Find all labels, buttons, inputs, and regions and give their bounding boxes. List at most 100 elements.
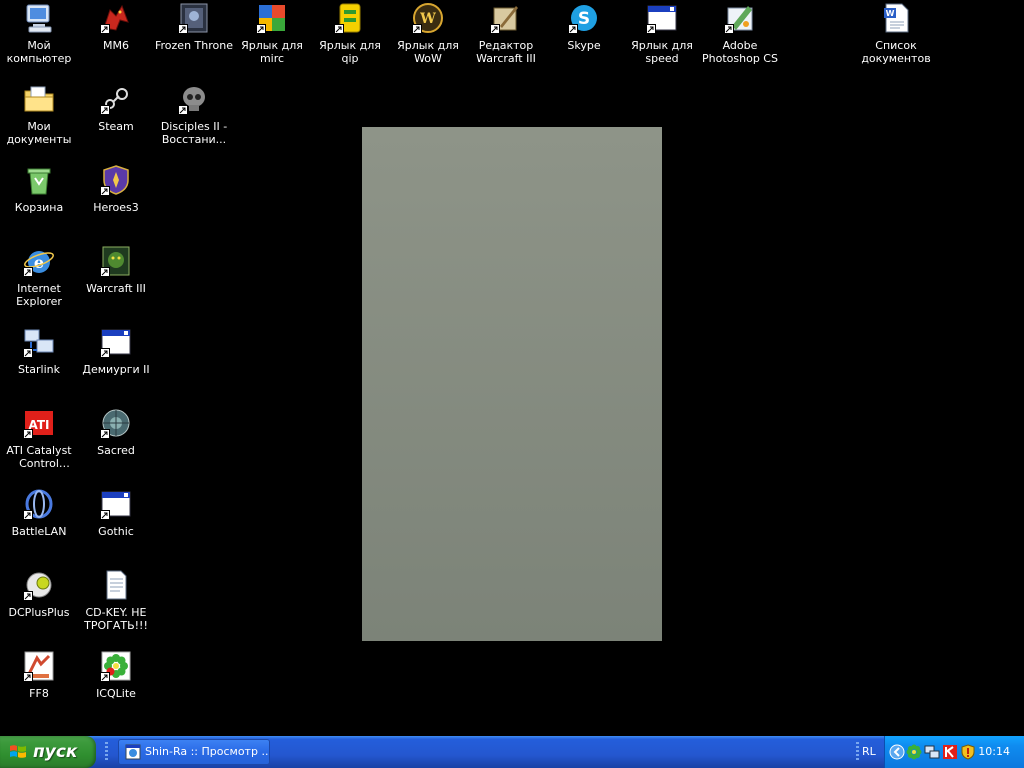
icon-label: Корзина (14, 201, 64, 214)
network-computers-icon (23, 326, 55, 358)
desktop-icon-speed[interactable]: Ярлык для speed (623, 2, 701, 65)
start-button[interactable]: пуск (0, 736, 96, 768)
icon-label: Gothic (98, 525, 134, 538)
icon-label: Heroes3 (93, 201, 139, 214)
mirc-icon (256, 2, 288, 34)
svg-text:S: S (578, 9, 590, 29)
heroes-shield-icon (100, 164, 132, 196)
icon-label: ATI Catalyst Control Center (6, 444, 72, 470)
dcplusplus-icon (23, 569, 55, 601)
desktop-icon-wow[interactable]: W Ярлык для WoW (389, 2, 467, 65)
desktop-icon-mm6[interactable]: ММ6 (77, 2, 155, 52)
skype-icon: S (568, 2, 600, 34)
taskbar-button-browser[interactable]: Shin-Ra :: Просмотр ... (118, 739, 270, 765)
language-indicator[interactable]: RL (862, 736, 876, 768)
desktop-icon-disciples[interactable]: Disciples II - Восстани... (155, 83, 233, 146)
sacred-icon (100, 407, 132, 439)
icon-label: Ярлык для mirc (241, 39, 303, 65)
internet-explorer-icon: e (23, 245, 55, 277)
window-icon (100, 488, 132, 520)
svg-text:W: W (886, 9, 895, 18)
taskbar-button-label: Shin-Ra :: Просмотр ... (145, 745, 270, 758)
taskbar-grip[interactable] (105, 742, 108, 762)
desktop-icon-dcplusplus[interactable]: DCPlusPlus (0, 569, 78, 619)
tray-grip[interactable] (856, 742, 859, 762)
system-tray: 10:14 (884, 736, 1024, 768)
tray-expand-arrow-icon[interactable] (889, 744, 905, 760)
security-shield-icon[interactable] (960, 744, 976, 760)
kaspersky-tray-icon[interactable] (942, 744, 958, 760)
desktop-icon-skype[interactable]: S Skype (545, 2, 623, 52)
desktop-icon-demiurgi[interactable]: Демиурги II (77, 326, 155, 376)
desktop-icon-gothic[interactable]: Gothic (77, 488, 155, 538)
recycle-bin-icon (23, 164, 55, 196)
warcraft-editor-icon (490, 2, 522, 34)
desktop-icon-starlink[interactable]: Starlink (0, 326, 78, 376)
desktop-icon-my-documents[interactable]: Мои документы (0, 83, 78, 146)
icon-label: Adobe Photoshop CS (702, 39, 778, 65)
icon-label: Internet Explorer (16, 282, 62, 308)
windows-flag-icon (10, 745, 26, 758)
icon-label: Список документов (861, 39, 931, 65)
desktop-icon-battlelan[interactable]: BattleLAN (0, 488, 78, 538)
wallpaper-photo (362, 127, 662, 641)
window-icon (100, 326, 132, 358)
ati-icon: ATI (23, 407, 55, 439)
icon-label: ММ6 (103, 39, 129, 52)
icq-tray-icon[interactable] (906, 744, 922, 760)
desktop-icon-document-list[interactable]: W Список документов (857, 2, 935, 65)
icon-label: CD-KEY. НЕ ТРОГАТЬ!!! (84, 606, 148, 632)
icon-label: DCPlusPlus (8, 606, 70, 619)
desktop-icon-ff8[interactable]: FF8 (0, 650, 78, 700)
my-computer-icon (23, 2, 55, 34)
skull-icon (178, 83, 210, 115)
icon-label: Sacred (97, 444, 135, 457)
desktop-icon-mirc[interactable]: Ярлык для mirc (233, 2, 311, 65)
icon-label: Ярлык для qip (319, 39, 381, 65)
photoshop-icon (724, 2, 756, 34)
desktop-icon-my-computer[interactable]: Мой компьютер (0, 2, 78, 65)
battlelan-icon (23, 488, 55, 520)
desktop-icon-internet-explorer[interactable]: e Internet Explorer (0, 245, 78, 308)
icon-label: Демиурги II (82, 363, 150, 376)
icon-label: Frozen Throne (155, 39, 233, 52)
desktop-icon-ati-catalyst[interactable]: ATI ATI Catalyst Control Center (0, 407, 78, 470)
desktop-icon-icqlite[interactable]: ICQLite (77, 650, 155, 700)
warcraft-icon (100, 245, 132, 277)
icon-label: Ярлык для speed (631, 39, 693, 65)
desktop-icon-recycle-bin[interactable]: Корзина (0, 164, 78, 214)
start-label: пуск (33, 742, 78, 762)
qip-icon (334, 2, 366, 34)
desktop-icon-frozen-throne[interactable]: Frozen Throne (155, 2, 233, 52)
icon-label: Steam (98, 120, 134, 133)
window-icon (646, 2, 678, 34)
icon-label: Редактор Warcraft III (476, 39, 536, 65)
word-document-icon: W (880, 2, 912, 34)
icon-label: Skype (567, 39, 601, 52)
frozen-throne-icon (178, 2, 210, 34)
icq-flower-icon (100, 650, 132, 682)
browser-page-icon (125, 744, 141, 760)
desktop-icon-sacred[interactable]: Sacred (77, 407, 155, 457)
icon-label: ICQLite (96, 687, 136, 700)
desktop-icon-photoshop[interactable]: Adobe Photoshop CS (701, 2, 779, 65)
desktop-icon-warcraft3[interactable]: Warcraft III (77, 245, 155, 295)
desktop-icon-steam[interactable]: Steam (77, 83, 155, 133)
icon-label: Мои документы (6, 120, 72, 146)
taskbar: пуск Shin-Ra :: Просмотр ... RL 10:14 (0, 736, 1024, 768)
desktop-icon-cd-key[interactable]: CD-KEY. НЕ ТРОГАТЬ!!! (77, 569, 155, 632)
icon-label: Disciples II - Восстани... (160, 120, 228, 146)
network-tray-icon[interactable] (924, 744, 940, 760)
desktop-icon-qip[interactable]: Ярлык для qip (311, 2, 389, 65)
icon-label: FF8 (29, 687, 49, 700)
steam-icon (100, 83, 132, 115)
dragon-icon (100, 2, 132, 34)
desktop-icon-heroes3[interactable]: Heroes3 (77, 164, 155, 214)
icon-label: BattleLAN (11, 525, 67, 538)
icon-label: Warcraft III (86, 282, 146, 295)
ff8-icon (23, 650, 55, 682)
text-document-icon (100, 569, 132, 601)
clock[interactable]: 10:14 (978, 736, 1010, 768)
desktop-icon-warcraft-editor[interactable]: Редактор Warcraft III (467, 2, 545, 65)
my-documents-icon (23, 83, 55, 115)
